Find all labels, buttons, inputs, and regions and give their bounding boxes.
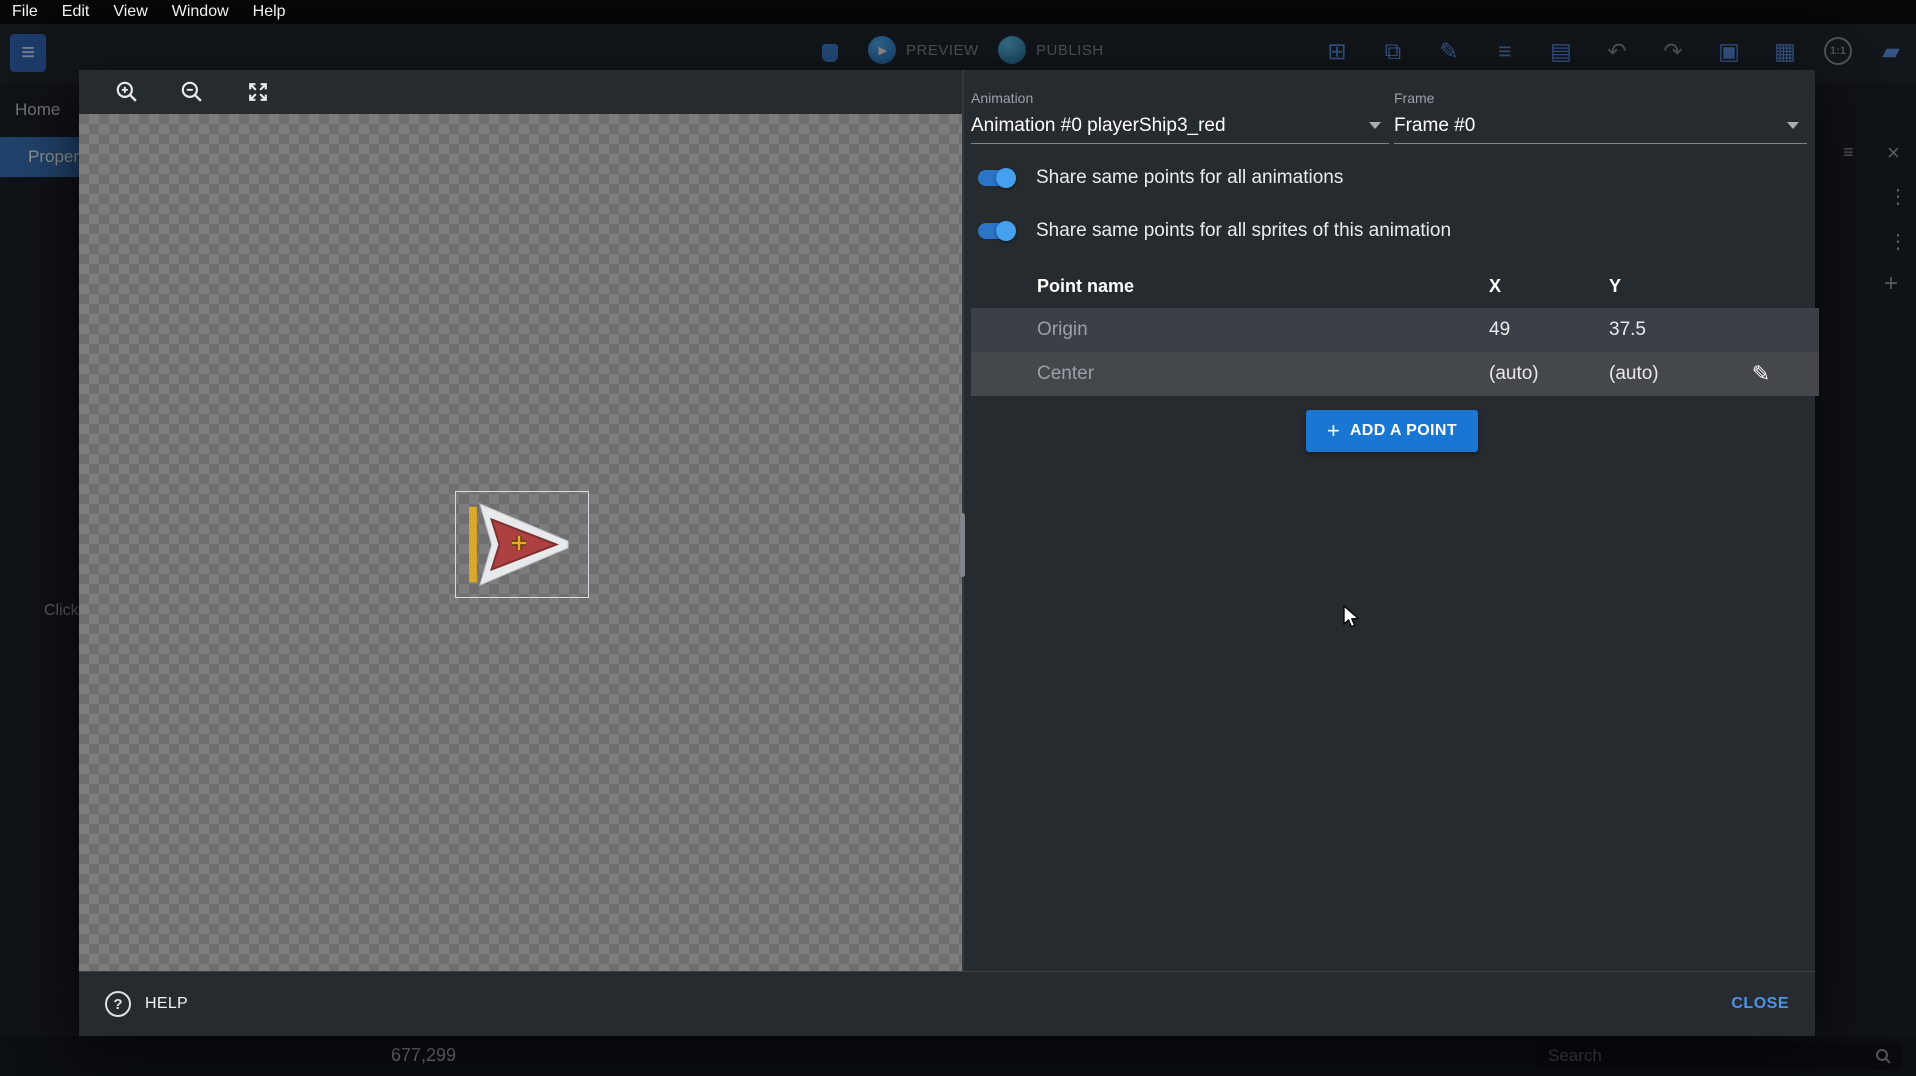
- add-point-button[interactable]: + ADD A POINT: [1306, 410, 1478, 452]
- fit-view-button[interactable]: [243, 77, 273, 107]
- zoom-in-icon: [114, 79, 140, 105]
- close-button[interactable]: CLOSE: [1731, 995, 1789, 1013]
- plus-icon: +: [1327, 420, 1340, 442]
- point-name: Origin: [1037, 308, 1088, 352]
- sprite-canvas-area: [79, 70, 962, 971]
- animation-select[interactable]: Animation Animation #0 playerShip3_red: [971, 86, 1389, 144]
- edit-points-dialog: Animation Animation #0 playerShip3_red F…: [79, 70, 1815, 1036]
- menu-bar: File Edit View Window Help: [0, 0, 1916, 24]
- origin-point-marker[interactable]: [511, 535, 527, 551]
- dialog-footer: ? HELP CLOSE: [79, 971, 1815, 1036]
- edit-point-button[interactable]: ✎: [1737, 352, 1785, 396]
- menu-help[interactable]: Help: [241, 3, 298, 21]
- menu-view[interactable]: View: [101, 3, 159, 21]
- menu-window[interactable]: Window: [160, 3, 241, 21]
- point-name-header: Point name: [1037, 266, 1134, 306]
- animation-select-value: Animation #0 playerShip3_red: [971, 114, 1389, 138]
- x-header: X: [1489, 266, 1501, 306]
- toggle-label: Share same points for all sprites of thi…: [1036, 220, 1451, 242]
- frame-select-label: Frame: [1394, 90, 1807, 106]
- menu-file[interactable]: File: [0, 3, 50, 21]
- zoom-in-button[interactable]: [112, 77, 142, 107]
- animation-select-label: Animation: [971, 90, 1389, 106]
- points-panel: Animation Animation #0 playerShip3_red F…: [964, 70, 1815, 971]
- menu-edit[interactable]: Edit: [50, 3, 102, 21]
- zoom-out-button[interactable]: [177, 77, 207, 107]
- point-name: Center: [1037, 352, 1094, 396]
- point-x-value: 49: [1489, 308, 1510, 352]
- toggle-switch-icon[interactable]: [976, 220, 1016, 242]
- y-header: Y: [1609, 266, 1621, 306]
- chevron-down-icon: [1787, 122, 1799, 129]
- toggle-switch-icon[interactable]: [976, 167, 1016, 189]
- help-button[interactable]: ? HELP: [105, 991, 188, 1017]
- app-window: File Edit View Window Help ≡ ▶ PREVIEW P…: [0, 0, 1916, 1076]
- frame-select-value: Frame #0: [1394, 114, 1807, 138]
- point-row-center[interactable]: Center (auto) (auto) ✎: [971, 352, 1819, 396]
- toggle-label: Share same points for all animations: [1036, 167, 1343, 189]
- toggle-thumb: [996, 168, 1016, 188]
- canvas-toolbar: [79, 70, 962, 114]
- zoom-out-icon: [179, 79, 205, 105]
- chevron-down-icon: [1369, 122, 1381, 129]
- toggle-thumb: [996, 221, 1016, 241]
- point-x-value: (auto): [1489, 352, 1539, 396]
- point-y-value: 37.5: [1609, 308, 1646, 352]
- expand-icon: [245, 79, 271, 105]
- help-label: HELP: [145, 995, 188, 1013]
- point-y-value: (auto): [1609, 352, 1659, 396]
- frame-select[interactable]: Frame Frame #0: [1394, 86, 1807, 144]
- pencil-icon: ✎: [1752, 361, 1770, 387]
- point-row-origin[interactable]: Origin 49 37.5: [971, 308, 1819, 352]
- help-icon: ?: [105, 991, 131, 1017]
- mouse-cursor: [1341, 605, 1363, 629]
- share-points-all-animations-toggle[interactable]: Share same points for all animations: [976, 160, 1343, 196]
- add-point-label: ADD A POINT: [1350, 422, 1457, 440]
- share-points-all-sprites-toggle[interactable]: Share same points for all sprites of thi…: [976, 213, 1451, 249]
